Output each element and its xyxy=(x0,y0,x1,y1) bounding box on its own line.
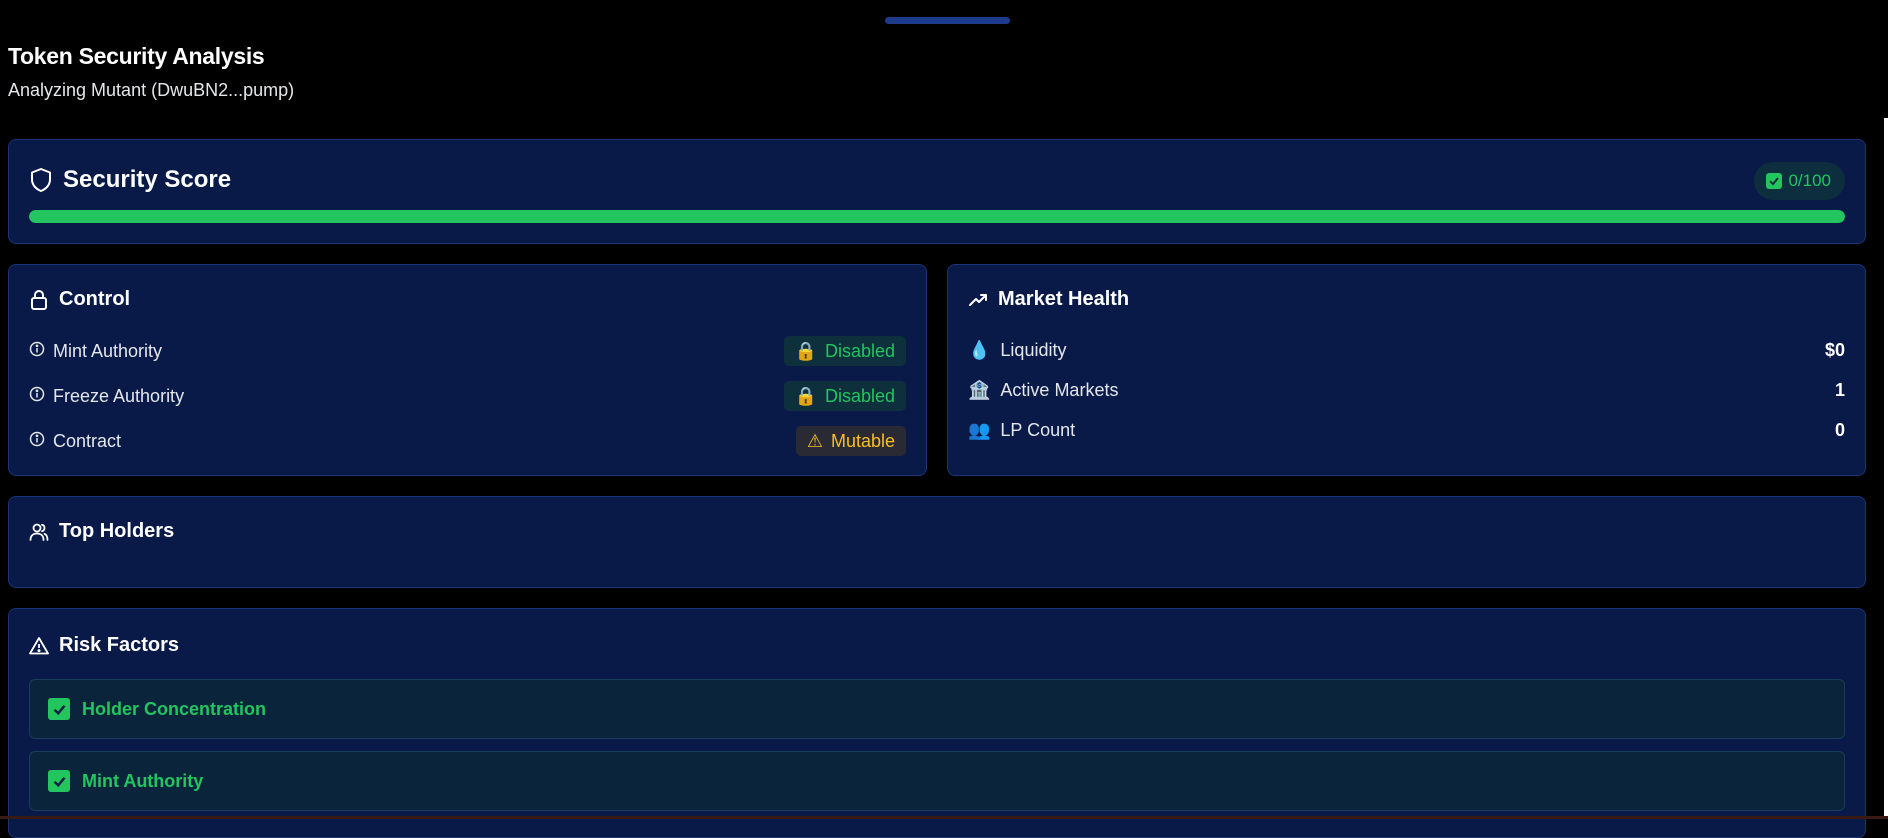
market-row-value: 0 xyxy=(1834,419,1845,440)
check-icon xyxy=(1766,173,1783,189)
control-title: Control xyxy=(59,288,131,310)
control-row-mint-authority: Mint Authority 🔒 Disabled xyxy=(29,335,906,367)
security-score-card: Security Score 0/100 xyxy=(8,139,1866,244)
control-row-freeze-authority: Freeze Authority 🔒 Disabled xyxy=(29,380,906,412)
page-title: Token Security Analysis xyxy=(8,43,265,69)
risk-factors-card: Risk Factors Holder Concentration Mint A… xyxy=(8,608,1866,838)
info-icon[interactable] xyxy=(29,341,45,362)
top-holders-title: Top Holders xyxy=(59,520,175,542)
status-text: Disabled xyxy=(824,340,895,361)
scrollbar[interactable] xyxy=(1884,118,1888,819)
droplet-icon: 💧 xyxy=(968,339,991,360)
status-badge: ⚠ Mutable xyxy=(795,426,906,456)
status-badge: 🔒 Disabled xyxy=(783,381,906,411)
market-health-card: Market Health 💧 Liquidity $0 🏦 Active Ma… xyxy=(947,264,1866,476)
market-row-label: LP Count xyxy=(1000,419,1076,440)
risk-item-label: Holder Concentration xyxy=(82,698,267,719)
page-header: Token Security Analysis Analyzing Mutant… xyxy=(8,40,294,102)
market-health-title: Market Health xyxy=(998,288,1130,310)
risk-item-mint-authority[interactable]: Mint Authority xyxy=(29,751,1845,811)
bank-icon: 🏦 xyxy=(968,379,991,400)
users-icon xyxy=(29,522,49,542)
check-icon xyxy=(48,770,70,792)
control-header: Control xyxy=(29,288,130,311)
score-value: 0/100 xyxy=(1788,171,1831,190)
control-card: Control Mint Authority 🔒 Disabled Freeze… xyxy=(8,264,927,476)
lock-emoji-icon: 🔒 xyxy=(794,385,817,406)
people-icon: 👥 xyxy=(968,419,991,440)
market-row-lp-count: 👥 LP Count 0 xyxy=(968,415,1845,445)
score-progress-bar xyxy=(29,210,1845,223)
info-icon[interactable] xyxy=(29,431,45,452)
market-row-value: $0 xyxy=(1824,339,1845,360)
trending-up-icon xyxy=(968,290,988,310)
warning-icon xyxy=(29,636,49,656)
status-text: Disabled xyxy=(824,385,895,406)
risk-factors-title: Risk Factors xyxy=(59,634,180,656)
risk-factors-header: Risk Factors xyxy=(29,634,179,657)
control-row-contract: Contract ⚠ Mutable xyxy=(29,425,906,457)
control-row-label: Contract xyxy=(53,430,122,451)
market-row-label: Liquidity xyxy=(1000,339,1067,360)
market-health-header: Market Health xyxy=(968,288,1129,311)
warning-emoji-icon: ⚠ xyxy=(806,430,823,451)
lock-emoji-icon: 🔒 xyxy=(794,340,817,361)
control-row-label: Mint Authority xyxy=(53,340,163,361)
security-score-title: Security Score xyxy=(63,166,232,193)
check-icon xyxy=(48,698,70,720)
market-row-liquidity: 💧 Liquidity $0 xyxy=(968,335,1845,365)
top-holders-header: Top Holders xyxy=(29,520,174,543)
top-holders-card: Top Holders xyxy=(8,496,1866,588)
market-row-value: 1 xyxy=(1834,379,1845,400)
market-row-active-markets: 🏦 Active Markets 1 xyxy=(968,375,1845,405)
page-subtitle: Analyzing Mutant (DwuBN2...pump) xyxy=(8,80,295,100)
risk-item-holder-concentration[interactable]: Holder Concentration xyxy=(29,679,1845,739)
status-badge: 🔒 Disabled xyxy=(783,336,906,366)
security-score-header: Security Score xyxy=(29,166,231,194)
market-row-label: Active Markets xyxy=(1000,379,1119,400)
score-progress-fill xyxy=(29,210,1845,223)
risk-item-label: Mint Authority xyxy=(82,770,204,791)
drag-handle[interactable] xyxy=(885,17,1010,24)
lock-icon xyxy=(29,289,49,311)
control-row-label: Freeze Authority xyxy=(53,385,185,406)
score-badge: 0/100 xyxy=(1754,162,1845,200)
info-icon[interactable] xyxy=(29,386,45,407)
status-text: Mutable xyxy=(830,430,895,451)
shield-icon xyxy=(29,167,53,193)
